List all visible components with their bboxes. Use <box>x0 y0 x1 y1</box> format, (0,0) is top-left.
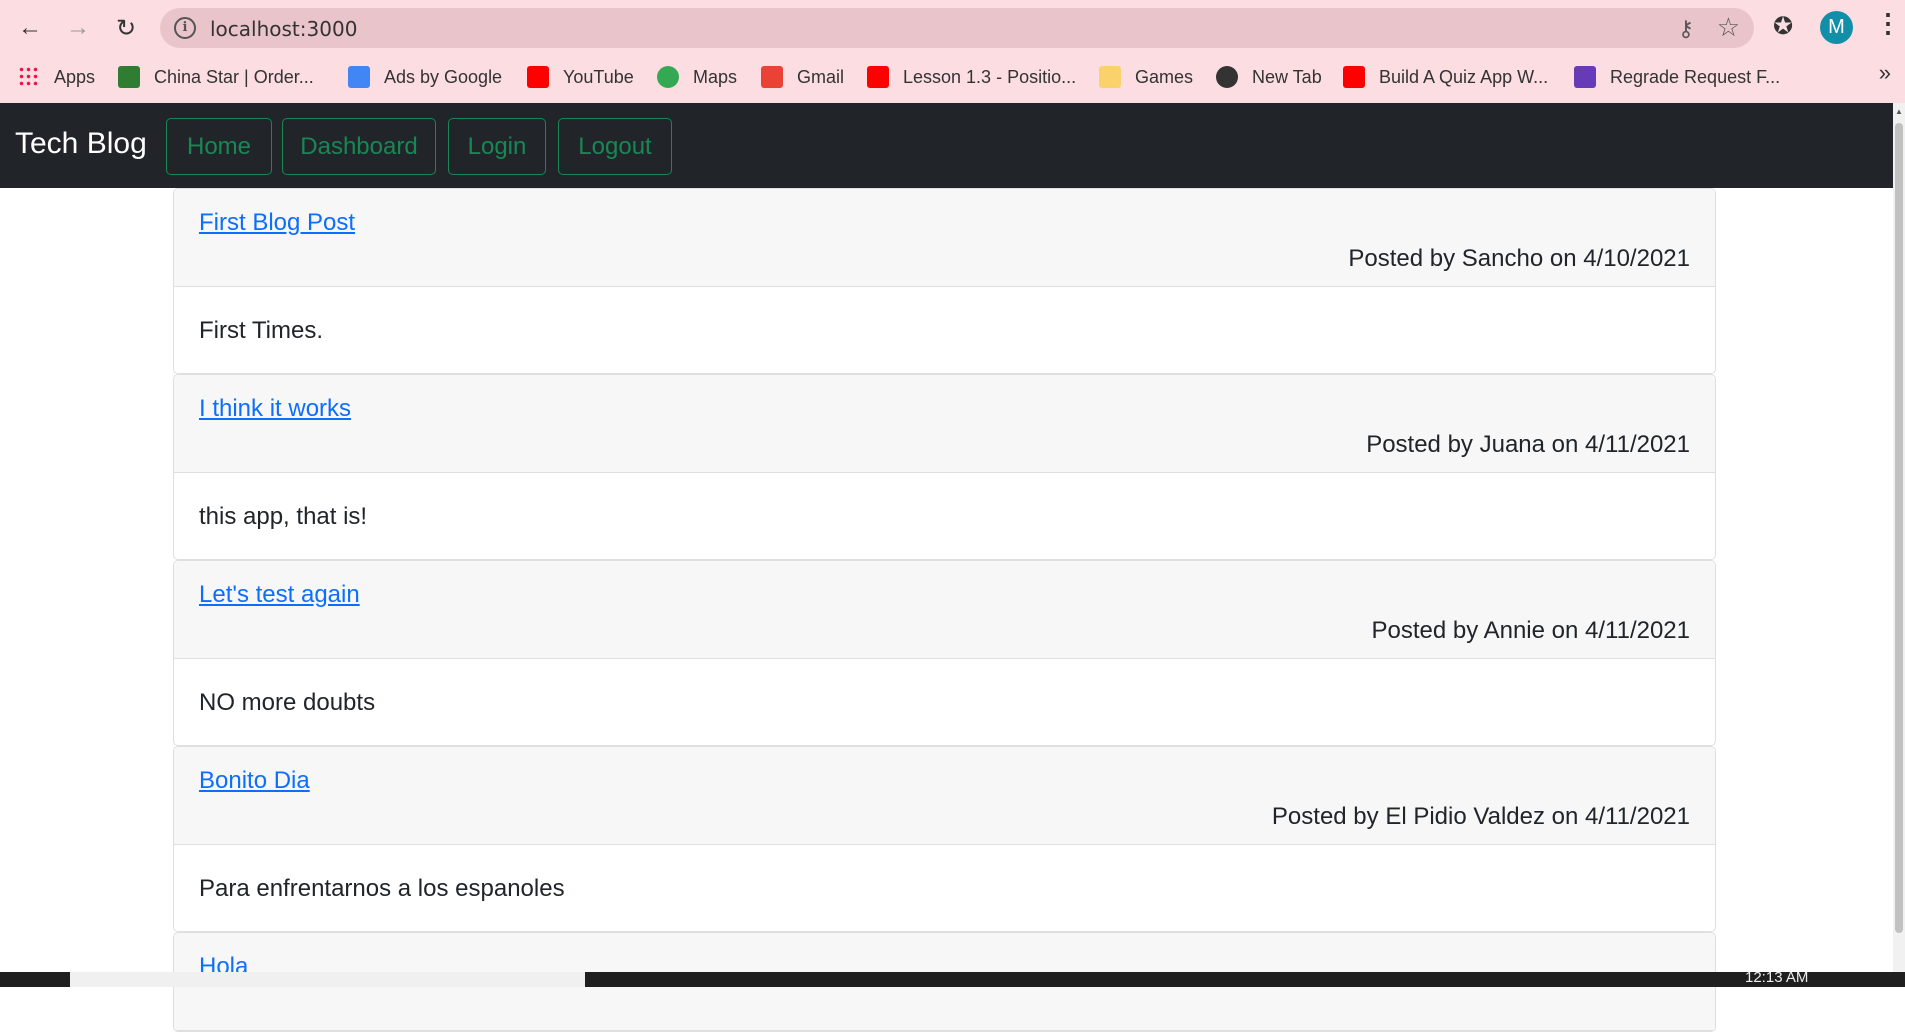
bookmark-item[interactable]: Regrade Request F... <box>1574 64 1780 90</box>
bookmark-label: YouTube <box>563 66 634 87</box>
bm-icon <box>118 66 140 88</box>
post-meta: Posted by Juana on 4/11/2021 <box>1366 431 1690 458</box>
youtube-icon <box>527 66 549 88</box>
bookmark-label: New Tab <box>1252 66 1322 87</box>
bookmark-item[interactable]: Maps <box>657 64 737 90</box>
bookmark-label: Ads by Google <box>384 66 503 87</box>
post-title-link[interactable]: Bonito Dia <box>199 767 310 795</box>
post-meta: Posted by Annie on 4/11/2021 <box>1371 617 1690 644</box>
url-text[interactable]: localhost:3000 <box>210 17 357 41</box>
post-meta: Posted by Sancho on 4/10/2021 <box>1348 245 1690 272</box>
bookmark-item[interactable]: Apps <box>18 64 95 90</box>
bookmark-label: Apps <box>54 66 96 87</box>
folder-icon <box>1099 66 1121 88</box>
bookmark-item[interactable]: YouTube <box>527 64 634 90</box>
bookmark-item[interactable]: Ads by Google <box>348 64 502 90</box>
youtube-icon <box>867 66 889 88</box>
os-taskbar: 12:13 AM <box>0 969 1905 987</box>
post-title-link[interactable]: I think it works <box>199 395 351 423</box>
scrollbar-thumb[interactable] <box>1895 123 1903 933</box>
back-arrow-icon[interactable]: ← <box>12 10 48 46</box>
post-content: Para enfrentarnos a los espanoles <box>199 875 565 902</box>
post-title-link[interactable]: Let's test again <box>199 581 360 609</box>
browser-chrome: ← → ↻ i localhost:3000 ⚷ ☆ ✪ M ⋮ Apps Chi… <box>0 0 1905 103</box>
logout-button[interactable]: Logout <box>558 118 672 175</box>
post-content: NO more doubts <box>199 689 376 716</box>
bookmarks-overflow-icon[interactable]: » <box>1879 60 1891 86</box>
brand-title[interactable]: Tech Blog <box>15 127 147 161</box>
bookmark-item[interactable]: Build A Quiz App W... <box>1343 64 1548 90</box>
post-header: First Blog Post Posted by Sancho on 4/10… <box>174 189 1715 287</box>
post-header: Bonito Dia Posted by El Pidio Valdez on … <box>174 747 1715 845</box>
post-meta: Posted by El Pidio Valdez on 4/11/2021 <box>1271 803 1690 830</box>
dashboard-button[interactable]: Dashboard <box>282 118 436 175</box>
post-title-link[interactable]: First Blog Post <box>199 209 355 237</box>
bookmark-label: Build A Quiz App W... <box>1379 66 1549 87</box>
maps-pin-icon <box>657 66 679 88</box>
gmail-icon <box>761 66 783 88</box>
star-icon[interactable]: ☆ <box>1717 12 1740 43</box>
post-header: I think it works Posted by Juana on 4/11… <box>174 375 1715 473</box>
home-button[interactable]: Home <box>166 118 272 175</box>
reload-icon[interactable]: ↻ <box>108 10 144 46</box>
bookmark-label: Maps <box>693 66 738 87</box>
globe-icon <box>1216 66 1238 88</box>
bookmark-item[interactable]: Lesson 1.3 - Positio... <box>867 64 1076 90</box>
post-card: I think it works Posted by Juana on 4/11… <box>173 374 1716 560</box>
bookmark-item[interactable]: New Tab <box>1216 64 1322 90</box>
post-body: this app, that is! <box>174 473 1715 559</box>
post-body: Para enfrentarnos a los espanoles <box>174 845 1715 931</box>
post-header: Let's test again Posted by Annie on 4/11… <box>174 561 1715 659</box>
google-ads-icon <box>348 66 370 88</box>
post-card: Bonito Dia Posted by El Pidio Valdez on … <box>173 746 1716 932</box>
bookmark-item[interactable]: Games <box>1099 64 1193 90</box>
scroll-up-icon[interactable]: ▲ <box>1895 107 1903 116</box>
post-card: Let's test again Posted by Annie on 4/11… <box>173 560 1716 746</box>
forms-icon <box>1574 66 1596 88</box>
info-icon[interactable]: i <box>174 17 196 39</box>
address-bar[interactable]: i localhost:3000 ⚷ ☆ <box>160 8 1754 48</box>
bookmark-label: Games <box>1135 66 1194 87</box>
bookmark-label: China Star | Order... <box>154 66 314 87</box>
menu-dots-icon[interactable]: ⋮ <box>1875 8 1901 39</box>
taskbar-search[interactable] <box>70 972 585 987</box>
page-scrollbar[interactable]: ▲ <box>1893 103 1905 972</box>
apps-grid-icon <box>18 66 40 88</box>
bookmark-label: Gmail <box>797 66 845 87</box>
profile-avatar[interactable]: M <box>1820 11 1853 44</box>
forward-arrow-icon[interactable]: → <box>60 10 96 46</box>
bookmark-item[interactable]: China Star | Order... <box>118 64 314 90</box>
post-body: First Times. <box>174 287 1715 373</box>
bookmarks-bar: Apps China Star | Order... Ads by Google Yo… <box>0 60 1905 92</box>
key-icon[interactable]: ⚷ <box>1678 16 1694 42</box>
bookmark-label: Regrade Request F... <box>1610 66 1781 87</box>
site-navbar: Tech Blog Home Dashboard Login Logout <box>0 103 1893 188</box>
post-body: NO more doubts <box>174 659 1715 745</box>
bookmark-item[interactable]: Gmail <box>761 64 844 90</box>
post-list: First Blog Post Posted by Sancho on 4/10… <box>173 188 1716 1032</box>
post-content: this app, that is! <box>199 503 368 530</box>
post-card: First Blog Post Posted by Sancho on 4/10… <box>173 188 1716 374</box>
youtube-icon <box>1343 66 1365 88</box>
extensions-puzzle-icon[interactable]: ✪ <box>1773 12 1793 41</box>
login-button[interactable]: Login <box>448 118 546 175</box>
taskbar-clock: 12:13 AM <box>1745 969 1809 986</box>
post-content: First Times. <box>199 317 323 344</box>
bookmark-label: Lesson 1.3 - Positio... <box>903 66 1077 87</box>
